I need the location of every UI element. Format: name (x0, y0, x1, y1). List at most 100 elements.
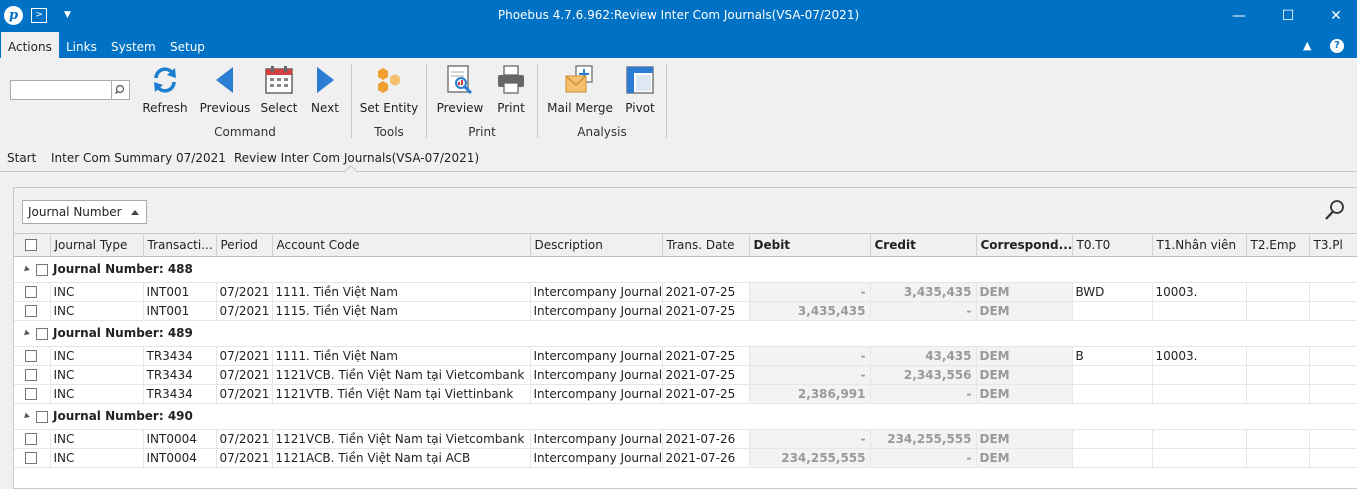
cell-debit[interactable]: 3,435,435 (749, 301, 871, 321)
pivot-button[interactable]: Pivot (622, 64, 658, 120)
cell-credit[interactable]: 2,343,556 (870, 365, 977, 385)
cell-t0[interactable]: B (1072, 346, 1153, 366)
mail-merge-button[interactable]: Mail Merge (546, 64, 614, 120)
cell-description[interactable]: Intercompany Journal (530, 429, 663, 449)
menu-actions[interactable]: Actions (1, 32, 59, 58)
collapse-ribbon-icon[interactable]: ▲ (1303, 39, 1311, 52)
select-all-checkbox[interactable] (14, 234, 51, 257)
col-t0[interactable]: T0.T0 (1072, 234, 1153, 257)
cell-description[interactable]: Intercompany Journal (530, 365, 663, 385)
group-row[interactable]: Journal Number: 488 (14, 256, 1357, 283)
cell-t1[interactable] (1152, 384, 1247, 404)
cell-t2[interactable] (1246, 282, 1310, 302)
cell-period[interactable]: 07/2021 (216, 301, 273, 321)
table-row[interactable]: INC TR3434 07/2021 1121VCB. Tiền Việt Nam t… (14, 365, 1357, 385)
cell-t0[interactable] (1072, 365, 1153, 385)
cell-transaction[interactable]: INT0004 (143, 448, 217, 468)
find-search-icon[interactable] (1324, 199, 1346, 221)
collapse-group-icon[interactable] (22, 265, 30, 274)
group-checkbox[interactable] (36, 263, 48, 276)
cell-correspond[interactable]: DEM (976, 346, 1073, 366)
cell-trans-date[interactable]: 2021-07-25 (662, 346, 750, 366)
previous-button[interactable]: Previous (198, 64, 252, 120)
refresh-button[interactable]: Refresh (141, 64, 189, 120)
cell-t3[interactable] (1309, 448, 1357, 468)
cell-account-code[interactable]: 1115. Tiền Việt Nam (272, 301, 531, 321)
cell-t0[interactable]: BWD (1072, 282, 1153, 302)
next-button[interactable]: Next (308, 64, 342, 120)
cell-account-code[interactable]: 1121VCB. Tiền Việt Nam tại Vietcombank (272, 365, 531, 385)
cell-correspond[interactable]: DEM (976, 448, 1073, 468)
cell-period[interactable]: 07/2021 (216, 429, 273, 449)
col-debit[interactable]: Debit (749, 234, 871, 257)
cell-correspond[interactable]: DEM (976, 301, 1073, 321)
cell-t0[interactable] (1072, 429, 1153, 449)
cell-debit[interactable]: - (749, 346, 871, 366)
row-checkbox[interactable] (14, 346, 51, 366)
cell-debit[interactable]: - (749, 429, 871, 449)
cell-t3[interactable] (1309, 301, 1357, 321)
row-checkbox[interactable] (14, 365, 51, 385)
collapse-group-icon[interactable] (22, 329, 30, 338)
group-row[interactable]: Journal Number: 490 (14, 403, 1357, 430)
help-icon[interactable]: ? (1330, 39, 1344, 53)
cell-account-code[interactable]: 1121VCB. Tiền Việt Nam tại Vietcombank (272, 429, 531, 449)
cell-t1[interactable] (1152, 429, 1247, 449)
cell-t3[interactable] (1309, 346, 1357, 366)
cell-correspond[interactable]: DEM (976, 365, 1073, 385)
cell-transaction[interactable]: INT001 (143, 301, 217, 321)
cell-trans-date[interactable]: 2021-07-25 (662, 282, 750, 302)
cell-description[interactable]: Intercompany Journal (530, 384, 663, 404)
group-checkbox[interactable] (36, 327, 48, 340)
maximize-button[interactable]: ☐ (1278, 6, 1298, 26)
cell-credit[interactable]: 234,255,555 (870, 429, 977, 449)
breadcrumb-start[interactable]: Start (7, 151, 36, 165)
cell-t2[interactable] (1246, 346, 1310, 366)
cell-period[interactable]: 07/2021 (216, 365, 273, 385)
cell-credit[interactable]: - (870, 448, 977, 468)
print-button[interactable]: Print (494, 64, 528, 120)
cell-t0[interactable] (1072, 301, 1153, 321)
cell-trans-date[interactable]: 2021-07-26 (662, 429, 750, 449)
cell-credit[interactable]: - (870, 301, 977, 321)
cell-account-code[interactable]: 1111. Tiền Việt Nam (272, 282, 531, 302)
cell-trans-date[interactable]: 2021-07-26 (662, 448, 750, 468)
cell-t0[interactable] (1072, 384, 1153, 404)
cell-transaction[interactable]: TR3434 (143, 365, 217, 385)
preview-button[interactable]: Preview (435, 64, 485, 120)
cell-trans-date[interactable]: 2021-07-25 (662, 384, 750, 404)
cell-correspond[interactable]: DEM (976, 429, 1073, 449)
menu-system[interactable]: System (104, 32, 163, 58)
col-account-code[interactable]: Account Code (272, 234, 531, 257)
cell-transaction[interactable]: TR3434 (143, 384, 217, 404)
minimize-button[interactable]: — (1229, 6, 1249, 26)
cell-journal-type[interactable]: INC (50, 384, 144, 404)
col-credit[interactable]: Credit (870, 234, 977, 257)
group-by-journal-number-chip[interactable]: Journal Number (22, 200, 147, 224)
cell-t1[interactable]: 10003. (1152, 346, 1247, 366)
col-transaction[interactable]: Transacti... (143, 234, 217, 257)
cell-journal-type[interactable]: INC (50, 448, 144, 468)
cell-t1[interactable]: 10003. (1152, 282, 1247, 302)
table-row[interactable]: INC INT0004 07/2021 1121VCB. Tiền Việt Nam … (14, 429, 1357, 449)
cell-period[interactable]: 07/2021 (216, 448, 273, 468)
search-icon[interactable] (111, 81, 129, 99)
cell-account-code[interactable]: 1121ACB. Tiền Việt Nam tại ACB (272, 448, 531, 468)
cell-description[interactable]: Intercompany Journal (530, 346, 663, 366)
cell-t2[interactable] (1246, 384, 1310, 404)
col-t1[interactable]: T1.Nhân viên (1152, 234, 1247, 257)
col-t2[interactable]: T2.Emp (1246, 234, 1310, 257)
group-checkbox[interactable] (36, 410, 48, 423)
cell-trans-date[interactable]: 2021-07-25 (662, 365, 750, 385)
row-checkbox[interactable] (14, 282, 51, 302)
cell-journal-type[interactable]: INC (50, 429, 144, 449)
cell-journal-type[interactable]: INC (50, 282, 144, 302)
table-row[interactable]: INC INT0004 07/2021 1121ACB. Tiền Việt Nam … (14, 448, 1357, 468)
row-checkbox[interactable] (14, 429, 51, 449)
cell-t2[interactable] (1246, 365, 1310, 385)
cell-t3[interactable] (1309, 384, 1357, 404)
cell-t2[interactable] (1246, 448, 1310, 468)
row-checkbox[interactable] (14, 448, 51, 468)
cell-transaction[interactable]: INT001 (143, 282, 217, 302)
menu-links[interactable]: Links (59, 32, 104, 58)
